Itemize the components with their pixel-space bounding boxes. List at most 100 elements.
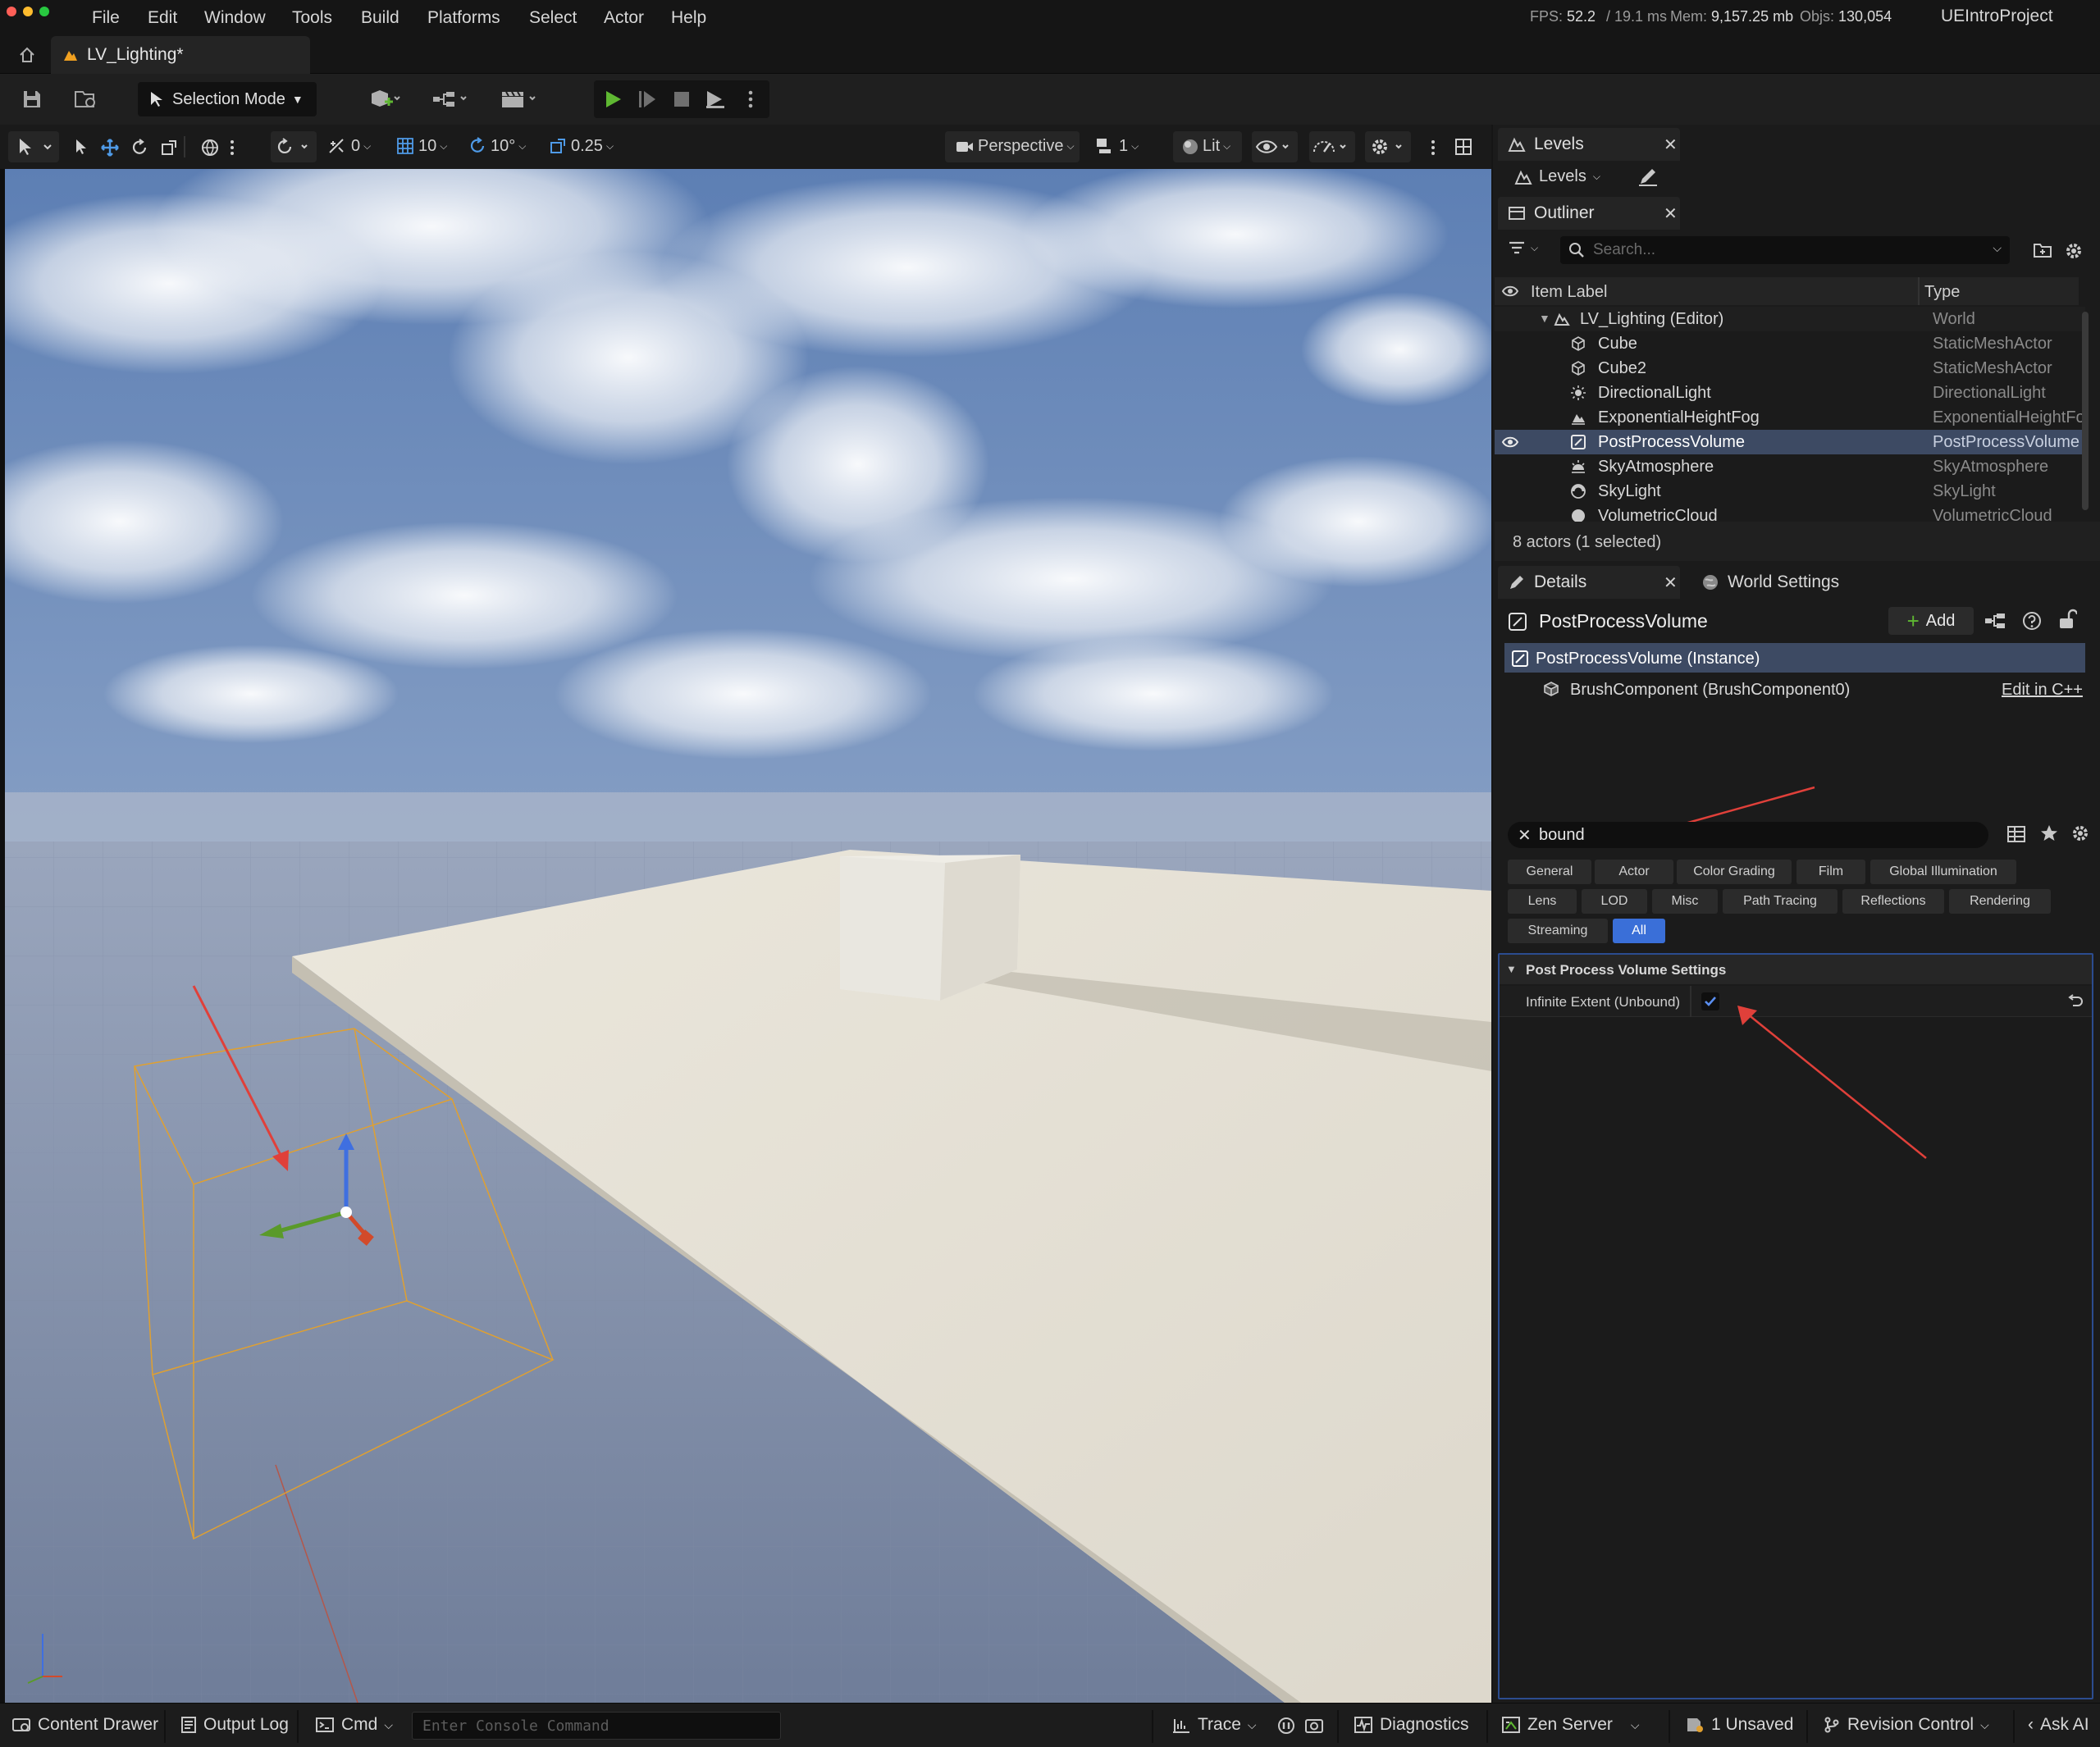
details-search-input[interactable]: ✕ bound: [1508, 822, 1988, 848]
close-icon[interactable]: ✕: [1664, 135, 1678, 155]
section-header[interactable]: ▼ Post Process Volume Settings: [1500, 955, 2092, 984]
tab-details[interactable]: Details: [1498, 566, 1680, 599]
scale-tool-icon[interactable]: [159, 138, 179, 157]
filter-streaming[interactable]: Streaming: [1508, 919, 1608, 943]
browse-level-button[interactable]: [69, 82, 103, 116]
world-local-toggle[interactable]: [200, 138, 220, 157]
menu-window[interactable]: Window: [204, 8, 266, 28]
menu-actor[interactable]: Actor: [604, 8, 644, 28]
zoom-window-button[interactable]: [39, 7, 49, 16]
outliner-search-input[interactable]: Search... ⌵: [1560, 236, 2010, 264]
advance-frame-button[interactable]: [637, 89, 658, 110]
tab-outliner[interactable]: Outliner: [1498, 197, 1680, 230]
menu-select[interactable]: Select: [529, 8, 577, 28]
tab-world-settings[interactable]: World Settings: [1701, 572, 1839, 592]
infinite-extent-checkbox[interactable]: [1701, 992, 1719, 1010]
output-log-button[interactable]: Output Log: [180, 1715, 289, 1735]
angle-snap-dropdown[interactable]: 10° ⌵: [468, 136, 526, 156]
transform-tool-dropdown[interactable]: [8, 131, 59, 162]
viewport-options-button[interactable]: [1429, 138, 1437, 157]
outliner-scrollbar[interactable]: [2082, 312, 2089, 510]
visibility-eye-icon[interactable]: [1501, 436, 1519, 449]
add-actor-button[interactable]: [361, 82, 409, 116]
menu-platforms[interactable]: Platforms: [427, 8, 500, 28]
translate-tool-icon[interactable]: [100, 138, 120, 157]
record-trace-button[interactable]: [1276, 1716, 1296, 1736]
tree-row-skyatmosphere[interactable]: SkyAtmosphere SkyAtmosphere: [1495, 454, 2085, 479]
outliner-settings-button[interactable]: [2064, 241, 2084, 261]
selection-mode-dropdown[interactable]: Selection Mode ▼: [138, 82, 317, 116]
cinematics-button[interactable]: [497, 82, 545, 116]
menu-build[interactable]: Build: [361, 8, 399, 28]
console-command-input[interactable]: Enter Console Command: [412, 1712, 781, 1740]
tab-levels[interactable]: Levels: [1498, 128, 1680, 161]
viewport-layout-button[interactable]: [1454, 137, 1473, 157]
filter-rendering[interactable]: Rendering: [1949, 889, 2051, 914]
filter-color-grading[interactable]: Color Grading: [1677, 860, 1792, 884]
revision-control-dropdown[interactable]: Revision Control ⌵: [1823, 1715, 1989, 1735]
column-type[interactable]: Type: [1924, 283, 1960, 302]
reset-to-default-button[interactable]: [2067, 994, 2084, 1009]
screenshot-button[interactable]: [1304, 1716, 1324, 1736]
add-component-button[interactable]: + Add: [1888, 607, 1974, 635]
perspective-dropdown[interactable]: Perspective ⌵: [945, 131, 1080, 162]
cmd-dropdown[interactable]: Cmd ⌵: [315, 1715, 393, 1735]
trace-dropdown[interactable]: Trace ⌵: [1171, 1715, 1257, 1735]
tree-row-exponentialheightfog[interactable]: ExponentialHeightFog ExponentialHeightFo…: [1495, 405, 2085, 430]
home-icon[interactable]: [18, 46, 36, 64]
menu-tools[interactable]: Tools: [292, 8, 332, 28]
select-cursor-icon[interactable]: [72, 138, 90, 156]
ask-ai-button[interactable]: ‹ Ask AI: [2028, 1715, 2089, 1735]
column-item-label[interactable]: Item Label: [1531, 283, 1607, 302]
add-folder-button[interactable]: [2033, 241, 2052, 259]
menu-file[interactable]: File: [92, 8, 120, 28]
favorites-button[interactable]: [2039, 823, 2059, 843]
viewport-scene[interactable]: [5, 169, 1491, 1703]
eject-button[interactable]: [704, 89, 728, 110]
filter-path-tracing[interactable]: Path Tracing: [1723, 889, 1838, 914]
expand-arrow-icon[interactable]: ▼: [1539, 312, 1550, 325]
filter-all[interactable]: All: [1613, 919, 1665, 943]
save-button[interactable]: [15, 82, 49, 116]
show-flags-dropdown[interactable]: [1252, 131, 1298, 162]
tree-row-cube[interactable]: Cube StaticMeshActor: [1495, 331, 2085, 356]
play-options-button[interactable]: [746, 89, 755, 110]
unsaved-button[interactable]: 1 Unsaved: [1685, 1715, 1793, 1735]
close-icon[interactable]: ✕: [1664, 572, 1678, 593]
stop-button[interactable]: [671, 89, 692, 110]
outliner-filter-button[interactable]: ⌵: [1508, 239, 1538, 256]
edit-level-button[interactable]: [1637, 167, 1659, 187]
minimize-window-button[interactable]: [23, 7, 33, 16]
play-button[interactable]: [602, 89, 623, 110]
edit-cpp-link[interactable]: Edit in C++: [2002, 681, 2083, 700]
menu-help[interactable]: Help: [671, 8, 706, 28]
tree-row-postprocessvolume[interactable]: PostProcessVolume PostProcessVolume: [1495, 430, 2085, 454]
tree-row-directionallight[interactable]: DirectionalLight DirectionalLight: [1495, 381, 2085, 405]
filter-general[interactable]: General: [1508, 860, 1591, 884]
blueprint-convert-button[interactable]: [1984, 610, 2008, 632]
rotation-snap-dropdown[interactable]: 0 ⌵: [326, 136, 371, 156]
lock-button[interactable]: [2057, 609, 2077, 630]
filter-lod[interactable]: LOD: [1582, 889, 1647, 914]
close-window-button[interactable]: [7, 7, 16, 16]
blueprints-button[interactable]: [428, 82, 476, 116]
diagnostics-button[interactable]: Diagnostics: [1354, 1715, 1469, 1735]
surface-options-button[interactable]: [228, 138, 236, 157]
level-tab[interactable]: LV_Lighting*: [51, 36, 310, 74]
component-instance-row[interactable]: PostProcessVolume (Instance): [1504, 643, 2085, 673]
details-settings-button[interactable]: [2070, 823, 2090, 843]
content-drawer-button[interactable]: Content Drawer: [11, 1715, 158, 1735]
clear-search-icon[interactable]: ✕: [1518, 825, 1532, 846]
viewport-settings-dropdown[interactable]: [1365, 131, 1411, 162]
zen-server-dropdown[interactable]: Zen Server ⌵: [1501, 1715, 1640, 1735]
tree-row-volumetriccloud[interactable]: VolumetricCloud VolumetricCloud: [1495, 504, 2085, 522]
surface-snap-dropdown[interactable]: [271, 131, 317, 162]
filter-film[interactable]: Film: [1796, 860, 1865, 884]
lighting-mode-dropdown[interactable]: Lit ⌵: [1173, 131, 1242, 162]
levels-dropdown[interactable]: Levels ⌵: [1514, 167, 1600, 186]
tree-row-cube2[interactable]: Cube2 StaticMeshActor: [1495, 356, 2085, 381]
filter-actor[interactable]: Actor: [1595, 860, 1673, 884]
close-icon[interactable]: ✕: [1664, 203, 1678, 224]
camera-speed-dropdown[interactable]: 1 ⌵: [1094, 136, 1139, 156]
grid-snap-dropdown[interactable]: 10 ⌵: [395, 136, 447, 156]
